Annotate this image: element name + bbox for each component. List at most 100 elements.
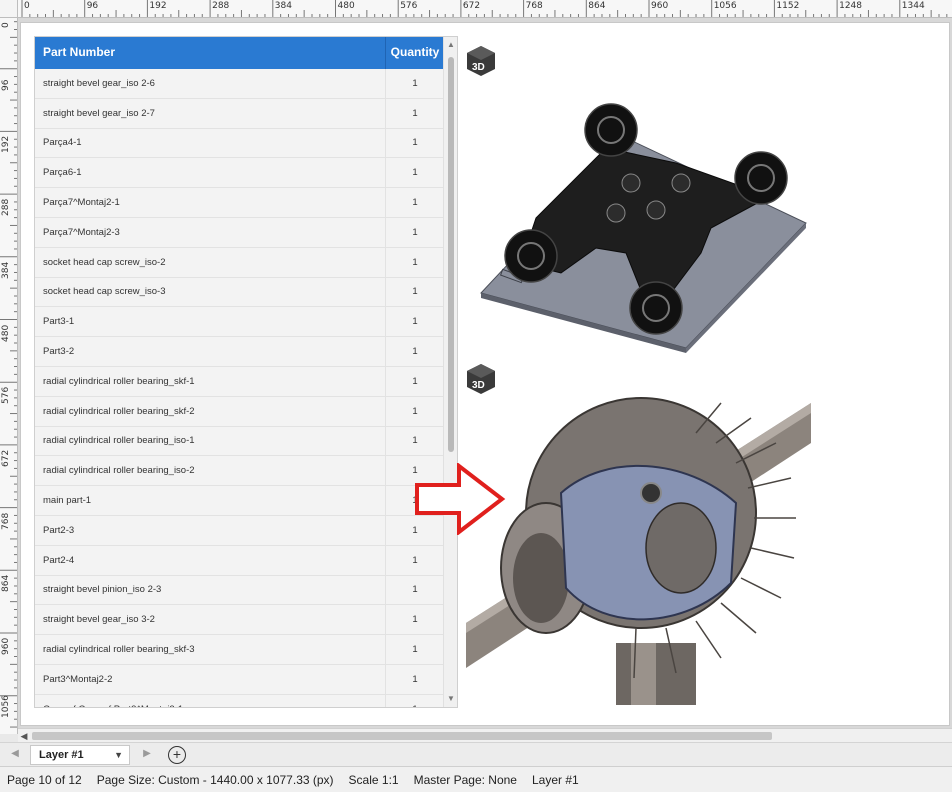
ruler-top-label: 1152: [776, 1, 800, 11]
ruler-vertical: 0 96 192 288 384 480 576 672 768 864 960 1056: [0, 18, 18, 734]
cell-quantity[interactable]: 1: [386, 406, 444, 417]
cell-part-number[interactable]: Part3-1: [35, 307, 386, 337]
cell-part-number[interactable]: Part3-2: [35, 337, 386, 366]
table-row[interactable]: radial cylindrical roller bearing_iso-1 1: [35, 426, 444, 457]
table-row[interactable]: Part3-2 1: [35, 337, 444, 367]
table-row[interactable]: socket head cap screw_iso-2 1: [35, 247, 444, 278]
cell-part-number[interactable]: radial cylindrical roller bearing_iso-1: [35, 426, 386, 456]
hscroll-thumb[interactable]: [32, 732, 772, 740]
cell-part-number[interactable]: radial cylindrical roller bearing_skf-1: [35, 366, 386, 396]
ruler-left-label: 672: [1, 449, 11, 467]
table-row[interactable]: Part3^Montaj2-2 1: [35, 664, 444, 695]
table-row[interactable]: Parça7^Montaj2-3 1: [35, 217, 444, 248]
ruler-top-label: 1248: [839, 1, 862, 11]
cell-quantity[interactable]: 1: [386, 108, 444, 119]
cell-part-number[interactable]: straight bevel gear_iso 3-2: [35, 605, 386, 635]
cell-part-number[interactable]: radial cylindrical roller bearing_skf-2: [35, 396, 386, 426]
cell-quantity[interactable]: 1: [386, 197, 444, 208]
table-row[interactable]: radial cylindrical roller bearing_skf-2 1: [35, 396, 444, 427]
prev-layer-icon[interactable]: ◀: [8, 747, 22, 761]
ruler-left-label: 0: [1, 22, 11, 28]
cell-quantity[interactable]: 1: [386, 704, 444, 707]
cell-part-number[interactable]: socket head cap screw_iso-3: [35, 277, 386, 307]
table-row[interactable]: Parça7^Montaj2-1 1: [35, 188, 444, 218]
cell-quantity[interactable]: 1: [386, 316, 444, 327]
ruler-left-label: 384: [1, 261, 11, 279]
table-header: Part Number Quantity: [35, 37, 457, 69]
cell-part-number[interactable]: radial cylindrical roller bearing_skf-3: [35, 635, 386, 664]
cell-part-number[interactable]: Part2-3: [35, 515, 386, 545]
cell-quantity[interactable]: 1: [386, 78, 444, 89]
cell-quantity[interactable]: 1: [386, 644, 444, 655]
scroll-down-icon[interactable]: ▼: [446, 694, 456, 704]
scroll-up-icon[interactable]: ▲: [446, 40, 456, 50]
cell-quantity[interactable]: 1: [386, 555, 444, 566]
cell-quantity[interactable]: 1: [386, 614, 444, 625]
ruler-top-label: 384: [274, 1, 292, 11]
cell-quantity[interactable]: 1: [386, 257, 444, 268]
layer-dropdown[interactable]: Layer #1 ▼: [30, 745, 130, 765]
table-row[interactable]: main part-1 1: [35, 486, 444, 516]
cell-quantity[interactable]: 1: [386, 346, 444, 357]
differential-assembly-model[interactable]: [466, 383, 811, 705]
3d-badge-icon[interactable]: 3D: [466, 45, 496, 77]
table-row[interactable]: radial cylindrical roller bearing_skf-3 1: [35, 635, 444, 665]
canvas-hscrollbar[interactable]: ◀: [18, 728, 952, 742]
cell-part-number[interactable]: main part-1: [35, 486, 386, 515]
cell-quantity[interactable]: 1: [386, 376, 444, 387]
cell-quantity[interactable]: 1: [386, 584, 444, 595]
cell-part-number[interactable]: Parça4-1: [35, 128, 386, 158]
cell-quantity[interactable]: 1: [386, 137, 444, 148]
header-part-number[interactable]: Part Number: [35, 37, 386, 69]
cell-part-number[interactable]: Parça7^Montaj2-1: [35, 188, 386, 217]
cell-quantity[interactable]: 1: [386, 167, 444, 178]
cell-part-number[interactable]: Copy of Copy of Part3^Montaj2-1: [35, 694, 386, 707]
cell-part-number[interactable]: radial cylindrical roller bearing_iso-2: [35, 456, 386, 486]
table-row[interactable]: Parça6-1 1: [35, 158, 444, 189]
table-row[interactable]: socket head cap screw_iso-3 1: [35, 277, 444, 308]
cell-part-number[interactable]: Part3^Montaj2-2: [35, 664, 386, 694]
status-layer[interactable]: Layer #1: [532, 773, 579, 787]
cell-part-number[interactable]: Parça6-1: [35, 158, 386, 188]
cell-part-number[interactable]: socket head cap screw_iso-2: [35, 247, 386, 277]
cell-quantity[interactable]: 1: [386, 674, 444, 685]
drawing-canvas[interactable]: Part Number Quantity straight bevel gear…: [18, 18, 952, 728]
next-layer-icon[interactable]: ▶: [140, 747, 154, 761]
status-master-page[interactable]: Master Page: None: [414, 773, 517, 787]
table-scroll-thumb[interactable]: [448, 57, 454, 452]
ruler-top-label: 1344: [901, 1, 925, 11]
status-page[interactable]: Page 10 of 12: [7, 773, 82, 787]
cell-part-number[interactable]: Part2-4: [35, 545, 386, 575]
cell-part-number[interactable]: straight bevel pinion_iso 2-3: [35, 575, 386, 605]
table-row[interactable]: straight bevel gear_iso 3-2 1: [35, 605, 444, 636]
table-row[interactable]: straight bevel pinion_iso 2-3 1: [35, 575, 444, 606]
header-quantity[interactable]: Quantity: [386, 37, 444, 69]
add-layer-icon[interactable]: +: [168, 746, 186, 764]
cell-quantity[interactable]: 1: [386, 435, 444, 446]
scroll-left-icon[interactable]: ◀: [18, 729, 30, 743]
cell-quantity[interactable]: 1: [386, 286, 444, 297]
cell-part-number[interactable]: straight bevel gear_iso 2-7: [35, 98, 386, 128]
status-page-size[interactable]: Page Size: Custom - 1440.00 x 1077.33 (p…: [97, 773, 334, 787]
table-row[interactable]: radial cylindrical roller bearing_iso-2 1: [35, 456, 444, 487]
ruler-top-label: 192: [149, 1, 167, 11]
table-row[interactable]: Parça4-1 1: [35, 128, 444, 159]
table-row[interactable]: Copy of Copy of Part3^Montaj2-11: [35, 694, 444, 707]
table-row[interactable]: straight bevel gear_iso 2-6 1: [35, 69, 444, 99]
ruler-left-label: 480: [1, 324, 11, 342]
table-scrollbar[interactable]: ▲ ▼: [443, 37, 457, 707]
status-scale[interactable]: Scale 1:1: [349, 773, 399, 787]
cell-part-number[interactable]: straight bevel gear_iso 2-6: [35, 69, 386, 98]
table-row[interactable]: Part2-3 1: [35, 515, 444, 546]
table-row[interactable]: radial cylindrical roller bearing_skf-1 1: [35, 366, 444, 397]
cell-part-number[interactable]: Parça7^Montaj2-3: [35, 217, 386, 247]
table-row[interactable]: straight bevel gear_iso 2-7 1: [35, 98, 444, 129]
ruler-top-label: 1056: [713, 1, 737, 11]
plate-assembly-model[interactable]: [476, 78, 816, 353]
page[interactable]: Part Number Quantity straight bevel gear…: [21, 23, 949, 725]
table-row[interactable]: Part2-4 1: [35, 545, 444, 576]
ruler-vertical-ticks: [0, 21, 17, 728]
bom-table[interactable]: Part Number Quantity straight bevel gear…: [34, 36, 458, 708]
cell-quantity[interactable]: 1: [386, 227, 444, 238]
table-row[interactable]: Part3-1 1: [35, 307, 444, 338]
